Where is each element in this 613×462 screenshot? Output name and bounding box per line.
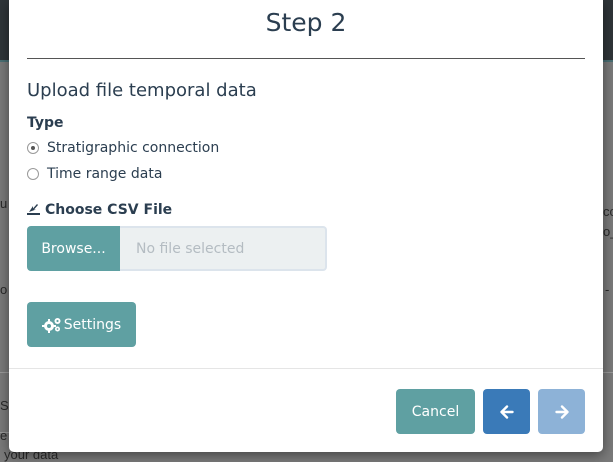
backdrop-text: u [0, 196, 8, 211]
gears-icon [41, 317, 61, 333]
upload-icon [27, 204, 40, 215]
previous-step-button[interactable] [483, 389, 530, 434]
radio-label: Time range data [47, 166, 163, 182]
csv-file-label: Choose CSV File [27, 202, 172, 218]
cancel-button[interactable]: Cancel [396, 389, 475, 434]
backdrop-text: - [605, 282, 610, 297]
radio-label: Stratigraphic connection [47, 140, 220, 156]
title-divider [27, 58, 585, 59]
arrow-left-icon [499, 404, 514, 419]
backdrop-text: o [0, 282, 8, 297]
footer-divider [9, 368, 603, 369]
radio-button-checked[interactable] [27, 142, 39, 154]
settings-label: Settings [63, 316, 122, 333]
radio-button[interactable] [27, 168, 39, 180]
browse-button[interactable]: Browse... [27, 226, 120, 271]
step-modal: Step 2 Upload file temporal data Type St… [9, 0, 603, 452]
file-name-display[interactable]: No file selected [120, 226, 327, 271]
backdrop-text: o_ [603, 224, 613, 239]
radio-time-range[interactable]: Time range data [27, 164, 162, 184]
backdrop-text: S [0, 398, 9, 413]
backdrop-text: co [603, 204, 613, 219]
file-input-group[interactable]: Browse... No file selected [27, 226, 327, 271]
arrow-right-icon [554, 404, 569, 419]
csv-file-label-text: Choose CSV File [45, 202, 173, 218]
section-title: Upload file temporal data [27, 80, 257, 101]
backdrop-text: e [0, 428, 8, 443]
settings-button[interactable]: Settings [27, 302, 136, 347]
modal-title: Step 2 [265, 8, 347, 37]
next-step-button[interactable] [538, 389, 585, 434]
radio-stratigraphic[interactable]: Stratigraphic connection [27, 138, 219, 158]
type-label: Type [27, 115, 64, 131]
